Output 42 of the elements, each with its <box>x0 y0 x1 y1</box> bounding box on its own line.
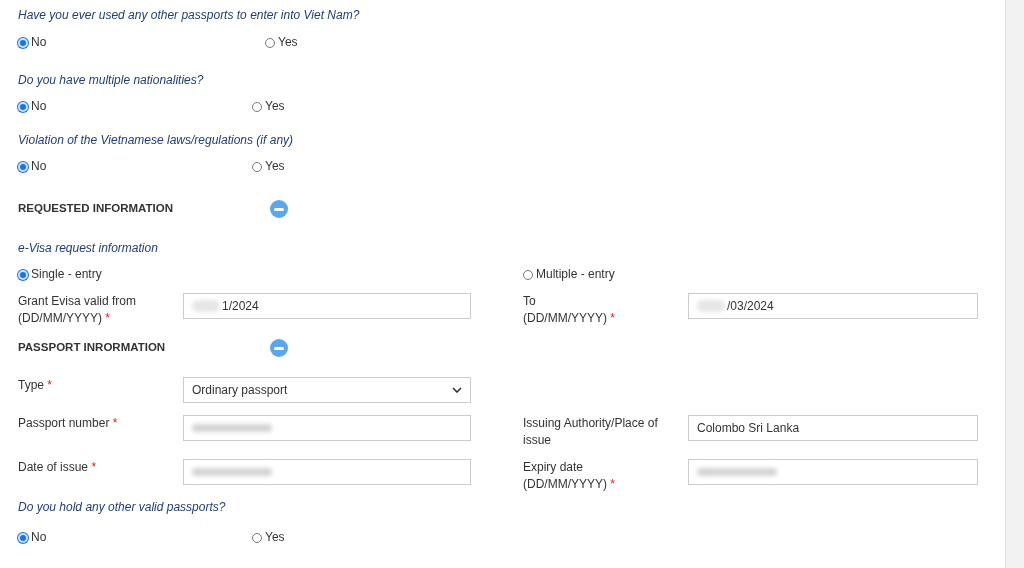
question-text: Have you ever used any other passports to enter into Viet Nam? <box>18 7 361 23</box>
radio-label: Yes <box>265 158 285 174</box>
radio-button[interactable] <box>523 270 533 280</box>
radio-label: Yes <box>265 529 285 545</box>
input-field[interactable]: 1/2024 <box>183 293 471 319</box>
field-label: To (DD/MM/YYYY) * <box>523 293 616 327</box>
input-field[interactable]: Colombo Sri Lanka <box>688 415 978 441</box>
input-field[interactable]: /03/2024 <box>688 293 978 319</box>
section-heading: PASSPORT INRORMATION <box>18 340 167 356</box>
field-value: Colombo Sri Lanka <box>697 420 800 437</box>
radio-button[interactable] <box>265 38 275 48</box>
field-label: Issuing Authority/Place of issue <box>523 415 659 449</box>
section-heading: REQUESTED INFORMATION <box>18 201 175 217</box>
question-text: Violation of the Vietnamese laws/regulations (if any) <box>18 132 295 148</box>
radio-label: Yes <box>265 98 285 114</box>
radio-label: No <box>31 529 47 545</box>
collapse-icon[interactable] <box>270 339 288 357</box>
field-label: Grant Evisa valid from (DD/MM/YYYY) * <box>18 293 138 327</box>
radio-label: No <box>31 98 47 114</box>
field-label: Expiry date (DD/MM/YYYY) * <box>523 459 616 493</box>
field-label: Passport number * <box>18 415 119 432</box>
type-select[interactable]: Ordinary passport <box>183 377 471 403</box>
question-text: Do you have multiple nationalities? <box>18 72 205 88</box>
radio-button[interactable] <box>252 162 262 172</box>
collapse-icon[interactable] <box>270 200 288 218</box>
chevron-down-icon <box>452 387 462 393</box>
radio-label: Multiple - entry <box>536 266 615 282</box>
field-label: Type * <box>18 377 54 394</box>
field-label: Date of issue * <box>18 459 98 476</box>
field-value: /03/2024 <box>727 298 774 315</box>
radio-label: No <box>31 34 47 50</box>
input-field[interactable] <box>183 415 471 441</box>
field-value: 1/2024 <box>222 298 259 315</box>
radio-label: Single - entry <box>31 266 102 282</box>
question-text: Do you hold any other valid passports? <box>18 499 227 515</box>
radio-label: No <box>31 158 47 174</box>
question-text: e-Visa request information <box>18 240 159 256</box>
input-field[interactable] <box>183 459 471 485</box>
radio-button[interactable] <box>252 533 262 543</box>
radio-label: Yes <box>278 34 298 50</box>
radio-button[interactable] <box>252 102 262 112</box>
input-field[interactable] <box>688 459 978 485</box>
